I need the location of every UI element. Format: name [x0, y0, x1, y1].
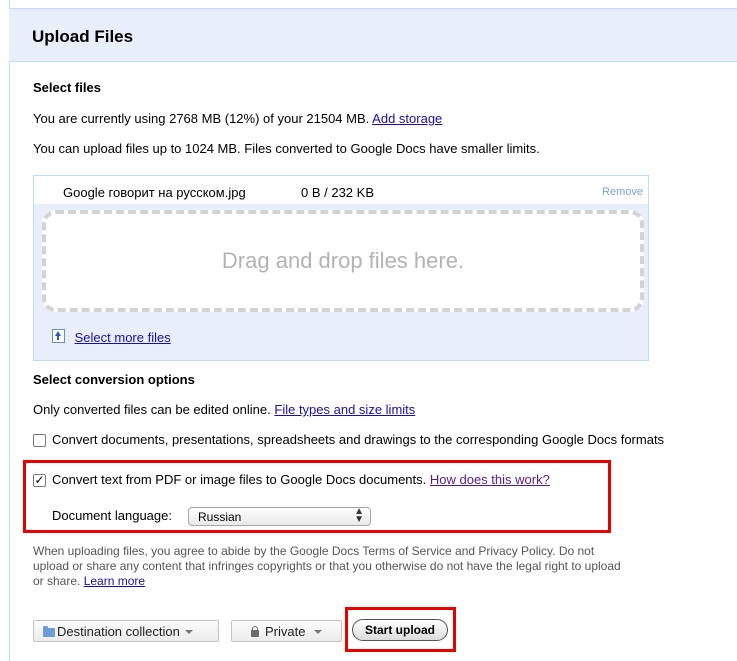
destination-label: Destination collection: [57, 624, 180, 639]
storage-usage-line: You are currently using 2768 MB (12%) of…: [33, 111, 442, 126]
folder-icon: [43, 626, 55, 637]
privacy-button[interactable]: Private: [231, 620, 342, 642]
learn-more-link[interactable]: Learn more: [84, 574, 145, 588]
add-storage-link[interactable]: Add storage: [372, 111, 442, 126]
dialog-title: Upload Files: [32, 27, 134, 46]
select-more-files[interactable]: Select more files: [52, 329, 171, 345]
dialog-left-border: [9, 0, 10, 661]
highlight-box-ocr: [23, 460, 611, 533]
chevron-down-icon: [314, 630, 323, 634]
convert-docs-checkbox[interactable]: [33, 434, 46, 447]
destination-collection-button[interactable]: Destination collection: [33, 620, 219, 642]
highlight-box-start: [345, 607, 456, 652]
file-upload-box: Google говорит на русском.jpg 0 B / 232 …: [33, 175, 649, 361]
privacy-label: Private: [265, 624, 306, 639]
file-row: Google говорит на русском.jpg 0 B / 232 …: [34, 176, 648, 204]
lock-icon: [251, 626, 259, 637]
file-name: Google говорит на русском.jpg: [63, 185, 246, 200]
dialog-header: Upload Files: [9, 8, 737, 62]
chevron-down-icon: [184, 630, 193, 634]
file-progress: 0 B / 232 KB: [301, 185, 374, 200]
remove-file-link[interactable]: Remove: [602, 186, 643, 198]
file-types-link[interactable]: File types and size limits: [274, 402, 415, 417]
convert-docs-label: Convert documents, presentations, spread…: [52, 432, 665, 447]
select-files-heading: Select files: [33, 80, 101, 95]
conversion-info-text: Only converted files can be edited onlin…: [33, 402, 271, 417]
upload-arrow-icon: [52, 329, 65, 343]
drop-zone-text: Drag and drop files here.: [221, 248, 465, 273]
select-more-files-link[interactable]: Select more files: [75, 330, 171, 345]
storage-usage-text: You are currently using 2768 MB (12%) of…: [33, 111, 370, 126]
upload-limit-text: You can upload files up to 1024 MB. File…: [33, 141, 540, 156]
conversion-heading: Select conversion options: [33, 372, 195, 387]
conversion-info-line: Only converted files can be edited onlin…: [33, 402, 415, 417]
terms-notice: When uploading files, you agree to abide…: [33, 544, 633, 589]
drop-zone[interactable]: Drag and drop files here.: [42, 210, 644, 312]
